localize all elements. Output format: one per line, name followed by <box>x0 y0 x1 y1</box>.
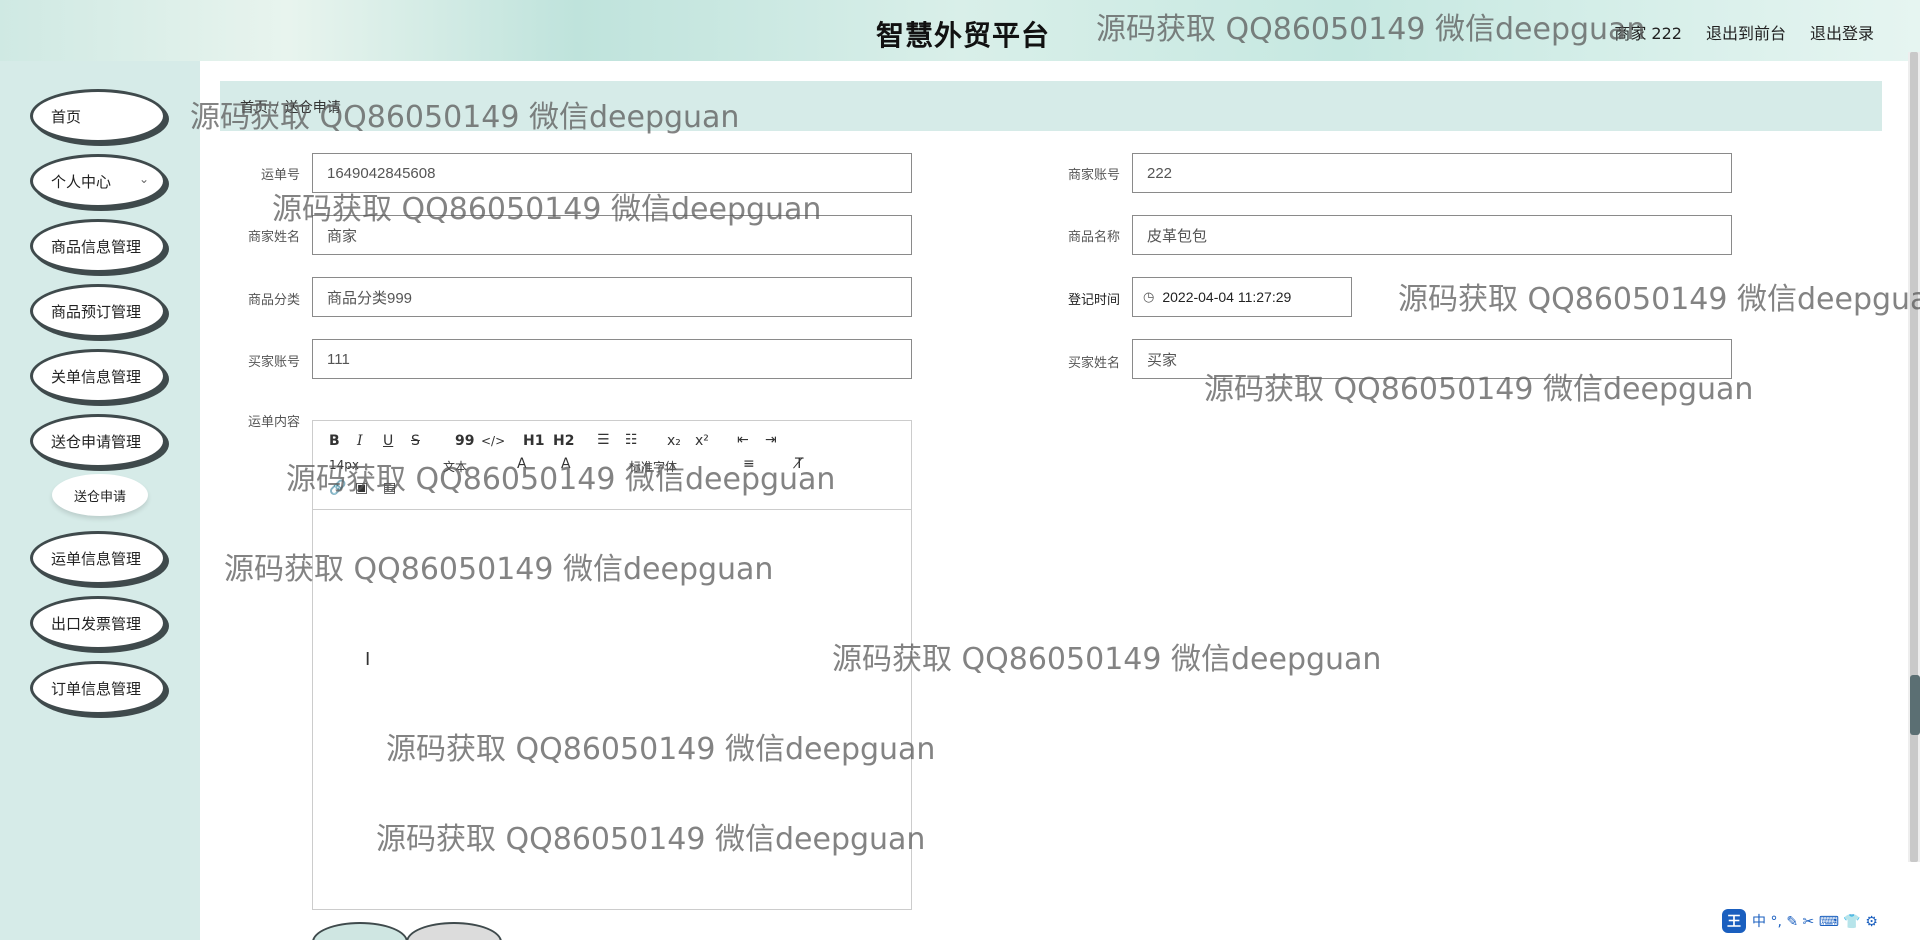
sidebar-item-label: 运单信息管理 <box>51 549 142 568</box>
align-icon[interactable]: ≡ <box>743 456 755 472</box>
buyer-account-label: 买家账号 <box>247 355 300 370</box>
top-header: 智慧外贸平台 商家 222 退出到前台 退出登录 <box>0 0 1920 61</box>
waybill-no-input[interactable]: 1649042845608 <box>312 153 912 193</box>
ime-controls[interactable]: 中 °, ✎ ✂ ⌨ 👕 ⚙ <box>1752 911 1878 931</box>
underline-button[interactable]: U <box>383 433 393 449</box>
submit-button[interactable] <box>312 922 408 940</box>
clear-format-icon[interactable]: T̸ <box>795 456 804 472</box>
bullet-list-icon[interactable]: ☷ <box>625 432 638 448</box>
video-icon[interactable]: ▤ <box>383 480 396 496</box>
exit-to-front-link[interactable]: 退出到前台 <box>1706 20 1786 44</box>
merchant-name-label: 商家姓名 <box>247 230 300 245</box>
superscript-button[interactable]: x² <box>695 433 709 449</box>
sidebar-item-label: 关单信息管理 <box>51 367 142 386</box>
sidebar-item-label: 出口发票管理 <box>51 614 142 633</box>
chevron-down-icon: ⌄ <box>138 172 149 186</box>
background-color-icon[interactable]: A <box>561 456 571 472</box>
h2-button[interactable]: H2 <box>553 433 574 449</box>
breadcrumb: 首页 / 送仓申请 <box>240 97 341 117</box>
sidebar-item-waybill-info[interactable]: 运单信息管理 <box>30 531 166 585</box>
sidebar-item-export-invoice[interactable]: 出口发票管理 <box>30 596 166 650</box>
ordered-list-icon[interactable]: ☰ <box>597 432 610 448</box>
product-name-label: 商品名称 <box>1067 230 1120 245</box>
header-links: 商家 222 退出到前台 退出登录 <box>1614 20 1874 44</box>
quote-button[interactable]: 99 <box>455 433 474 449</box>
scroll-thumb[interactable] <box>1910 52 1918 862</box>
sidebar-item-warehouse-request[interactable]: 送仓申请管理 <box>30 414 166 468</box>
watermark: 源码获取 QQ86050149 微信deepguan <box>832 642 1382 677</box>
ime-logo-icon: 王 <box>1722 909 1746 933</box>
sidebar-item-product-info[interactable]: 商品信息管理 <box>30 219 166 273</box>
sidebar-item-order-info[interactable]: 订单信息管理 <box>30 661 166 715</box>
subscript-button[interactable]: x₂ <box>667 433 681 449</box>
editor-content-area[interactable]: I <box>313 511 911 909</box>
sidebar-subitem-warehouse-request[interactable]: 送仓申请 <box>52 474 148 516</box>
sidebar-item-product-booking[interactable]: 商品预订管理 <box>30 284 166 338</box>
italic-button[interactable]: I <box>357 433 363 449</box>
bold-button[interactable]: B <box>329 433 340 449</box>
breadcrumb-home[interactable]: 首页 <box>240 100 268 116</box>
sidebar-item-label: 个人中心 <box>51 172 112 191</box>
sidebar: 首页 个人中心 ⌄ 商品信息管理 商品预订管理 关单信息管理 送仓申请管理 送仓申… <box>0 61 200 940</box>
side-widget-handle[interactable] <box>1910 675 1920 735</box>
merchant-account-label: 商家账号 <box>1067 168 1120 183</box>
sidebar-item-customs-info[interactable]: 关单信息管理 <box>30 349 166 403</box>
product-category-input[interactable]: 商品分类999 <box>312 277 912 317</box>
cancel-button[interactable] <box>406 922 502 940</box>
editor-toolbar: B I U S 99 </> H1 H2 ☰ ☷ x₂ x² ⇤ ⇥ 14px … <box>313 421 911 510</box>
sidebar-item-label: 商品预订管理 <box>51 302 142 321</box>
register-time-picker[interactable]: ◷ 2022-04-04 11:27:29 <box>1132 277 1352 317</box>
content-label: 运单内容 <box>247 415 300 430</box>
text-cursor-icon: I <box>365 649 371 670</box>
buyer-name-label: 买家姓名 <box>1067 356 1120 371</box>
sidebar-item-label: 首页 <box>51 107 82 126</box>
font-size-select[interactable]: 14px <box>329 458 359 472</box>
indent-icon[interactable]: ⇥ <box>765 432 777 448</box>
app-title: 智慧外贸平台 <box>876 19 1051 52</box>
sidebar-item-label: 商品信息管理 <box>51 237 142 256</box>
code-button[interactable]: </> <box>481 434 505 448</box>
clock-icon: ◷ <box>1143 289 1155 304</box>
logout-link[interactable]: 退出登录 <box>1810 20 1874 44</box>
sidebar-item-personal-center[interactable]: 个人中心 ⌄ <box>30 154 166 208</box>
waybill-no-label: 运单号 <box>260 168 300 183</box>
ime-toolbar[interactable]: 王 中 °, ✎ ✂ ⌨ 👕 ⚙ <box>1722 906 1920 936</box>
sidebar-item-label: 订单信息管理 <box>51 679 142 698</box>
user-label: 商家 222 <box>1614 24 1682 43</box>
breadcrumb-separator: / <box>274 100 279 116</box>
font-family-select[interactable]: 标准字体 <box>629 458 677 475</box>
breadcrumb-current: 送仓申请 <box>284 100 341 116</box>
buyer-account-input[interactable]: 111 <box>312 339 912 379</box>
product-category-label: 商品分类 <box>247 293 300 308</box>
buyer-name-input[interactable]: 买家 <box>1132 339 1732 379</box>
merchant-account-input[interactable]: 222 <box>1132 153 1732 193</box>
merchant-name-input[interactable]: 商家 <box>312 215 912 255</box>
sidebar-item-home[interactable]: 首页 <box>30 89 166 143</box>
breadcrumb-bar: 首页 / 送仓申请 <box>220 81 1882 131</box>
link-icon[interactable]: 🔗 <box>329 480 346 496</box>
text-color-icon[interactable]: A <box>517 456 527 472</box>
outdent-icon[interactable]: ⇤ <box>737 432 749 448</box>
rich-text-editor: B I U S 99 </> H1 H2 ☰ ☷ x₂ x² ⇤ ⇥ 14px … <box>312 420 912 910</box>
header-select[interactable]: 文本 <box>443 458 467 475</box>
strike-button[interactable]: S <box>411 433 420 449</box>
product-name-input[interactable]: 皮革包包 <box>1132 215 1732 255</box>
sidebar-item-label: 送仓申请管理 <box>51 432 142 451</box>
image-icon[interactable]: ▣ <box>355 480 368 496</box>
watermark: 源码获取 QQ86050149 微信deepguan <box>1398 282 1920 317</box>
register-time-value: 2022-04-04 11:27:29 <box>1162 289 1292 305</box>
register-time-label: 登记时间 <box>1067 293 1120 308</box>
h1-button[interactable]: H1 <box>523 433 544 449</box>
